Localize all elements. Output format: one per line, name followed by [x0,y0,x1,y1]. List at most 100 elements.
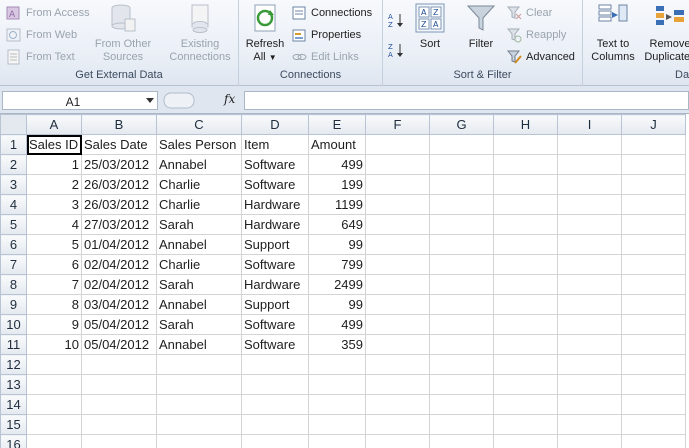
cell[interactable] [621,354,686,375]
cell[interactable] [429,154,494,175]
cell[interactable] [26,354,82,375]
filter-button[interactable]: Filter [461,2,501,51]
edit-links-button[interactable]: Edit Links [291,47,359,67]
column-header[interactable]: D [241,114,309,135]
cell[interactable] [557,334,622,355]
cell[interactable] [365,374,430,395]
cell[interactable] [308,414,366,435]
cell[interactable]: 499 [308,154,366,175]
cell[interactable]: Software [241,314,309,335]
cell[interactable]: Sales ID [26,134,82,155]
insert-function-button[interactable]: fx [224,92,235,106]
column-header[interactable]: I [557,114,622,135]
cell[interactable] [557,254,622,275]
name-box-dropdown-icon[interactable] [146,98,154,103]
select-all-corner[interactable] [0,114,27,135]
cell[interactable] [493,154,558,175]
cell[interactable] [493,434,558,448]
cell[interactable] [429,434,494,448]
cell[interactable] [26,434,82,448]
from-text-button[interactable]: From Text [6,47,75,67]
cell[interactable]: 25/03/2012 [81,154,157,175]
cell[interactable] [156,434,242,448]
cell[interactable] [557,214,622,235]
reapply-button[interactable]: Reapply [506,25,566,45]
row-header[interactable]: 8 [0,274,27,295]
text-to-columns-button[interactable]: Text to Columns [589,2,637,64]
cell[interactable] [156,414,242,435]
cell[interactable] [493,194,558,215]
cell[interactable] [156,374,242,395]
cell[interactable] [493,234,558,255]
cell[interactable] [365,134,430,155]
cell[interactable] [308,354,366,375]
row-header[interactable]: 10 [0,314,27,335]
cell[interactable]: Charlie [156,254,242,275]
formula-bar-resize-handle[interactable] [162,91,202,110]
cell[interactable]: Support [241,294,309,315]
cell[interactable]: Annabel [156,234,242,255]
cell[interactable] [429,134,494,155]
cell[interactable] [429,314,494,335]
cell[interactable] [365,234,430,255]
cell[interactable] [557,394,622,415]
cell[interactable] [429,174,494,195]
from-access-button[interactable]: A From Access [6,3,90,23]
cell[interactable] [493,314,558,335]
cell[interactable]: Hardware [241,194,309,215]
cell[interactable] [241,414,309,435]
cell[interactable]: Support [241,234,309,255]
worksheet-grid[interactable]: A B C D E F G H I J 1 Sales ID Sales Date S… [0,114,686,448]
cell[interactable]: 02/04/2012 [81,274,157,295]
cell[interactable] [621,194,686,215]
cell[interactable] [429,394,494,415]
cell[interactable]: 799 [308,254,366,275]
cell[interactable]: 01/04/2012 [81,234,157,255]
cell[interactable] [621,374,686,395]
row-header[interactable]: 6 [0,234,27,255]
cell[interactable]: 02/04/2012 [81,254,157,275]
cell[interactable] [621,274,686,295]
cell[interactable]: Sales Date [81,134,157,155]
sort-ascending-button[interactable]: AZ [388,10,404,30]
cell[interactable] [365,154,430,175]
cell[interactable]: 7 [26,274,82,295]
cell[interactable] [429,334,494,355]
cell[interactable]: Charlie [156,194,242,215]
cell[interactable] [429,374,494,395]
cell[interactable]: 26/03/2012 [81,174,157,195]
row-header[interactable]: 14 [0,394,27,415]
cell[interactable]: Item [241,134,309,155]
cell[interactable] [81,354,157,375]
cell[interactable] [365,334,430,355]
cell[interactable] [621,414,686,435]
cell[interactable] [557,234,622,255]
cell[interactable] [308,374,366,395]
cell[interactable] [493,174,558,195]
cell[interactable]: 27/03/2012 [81,214,157,235]
cell[interactable]: 99 [308,234,366,255]
cell[interactable] [429,274,494,295]
cell[interactable] [557,274,622,295]
cell[interactable]: 1199 [308,194,366,215]
cell[interactable] [308,434,366,448]
column-header[interactable]: E [308,114,366,135]
row-header[interactable]: 15 [0,414,27,435]
connections-button[interactable]: Connections [291,3,372,23]
cell[interactable] [429,234,494,255]
properties-button[interactable]: Properties [291,25,361,45]
cell[interactable]: 649 [308,214,366,235]
cell[interactable] [81,434,157,448]
cell[interactable] [429,294,494,315]
cell[interactable] [365,194,430,215]
cell[interactable] [493,334,558,355]
cell[interactable] [365,214,430,235]
cell[interactable]: Hardware [241,214,309,235]
clear-filter-button[interactable]: Clear [506,3,552,23]
cell[interactable] [621,254,686,275]
row-header[interactable]: 4 [0,194,27,215]
cell[interactable]: Annabel [156,154,242,175]
from-web-button[interactable]: From Web [6,25,77,45]
column-header[interactable]: B [81,114,157,135]
cell[interactable] [557,434,622,448]
